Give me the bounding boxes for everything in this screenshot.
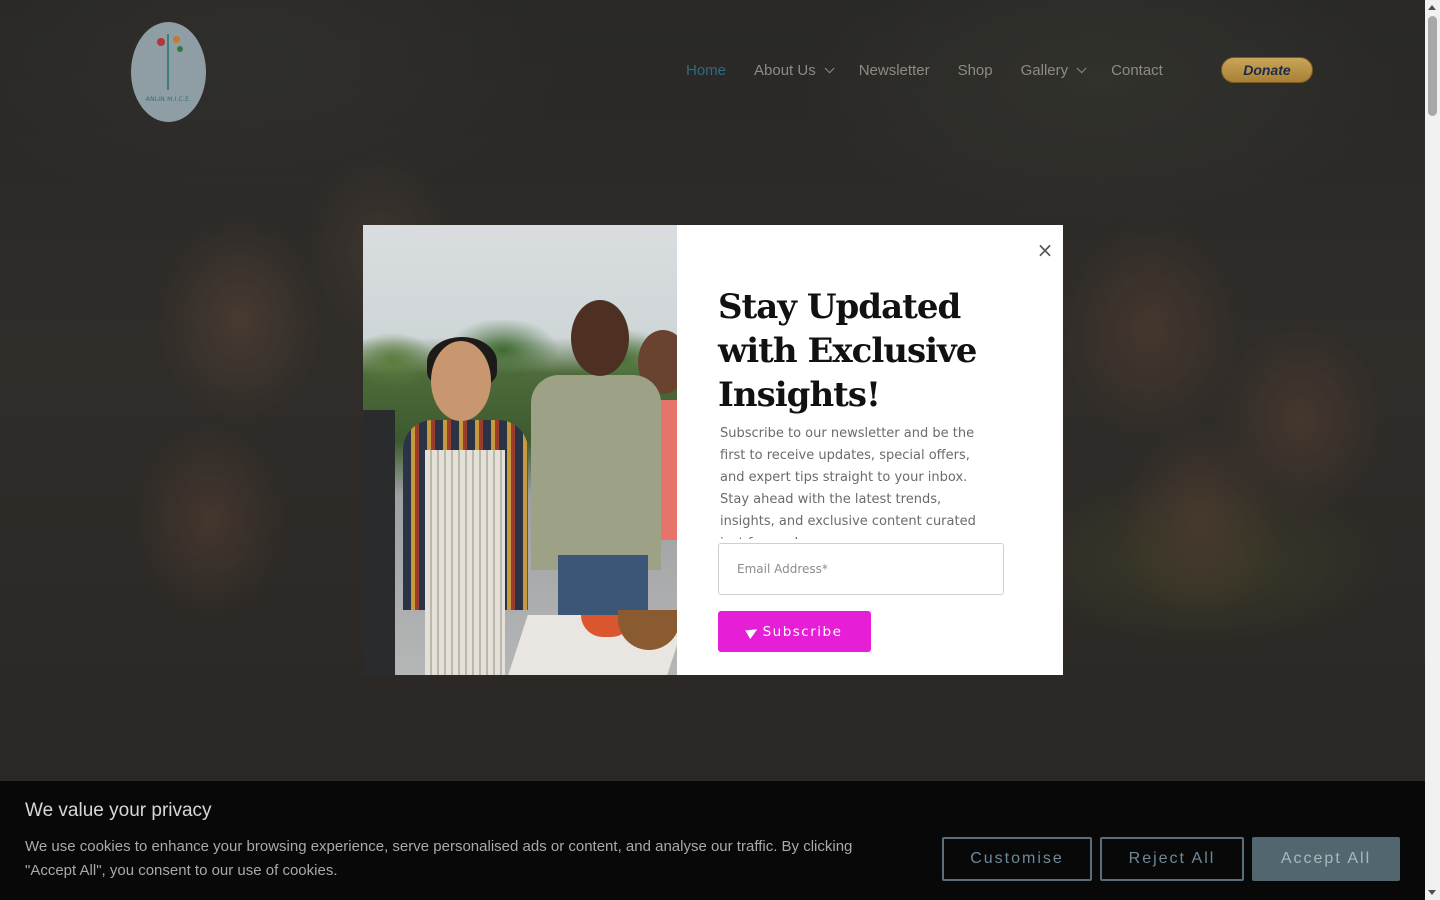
nav-item-home[interactable]: Home bbox=[686, 62, 726, 79]
page-scrollbar[interactable] bbox=[1425, 0, 1440, 900]
nav-item-newsletter[interactable]: Newsletter bbox=[859, 62, 930, 79]
nav-item-label: Shop bbox=[957, 61, 993, 79]
chevron-down-icon bbox=[1076, 62, 1087, 73]
close-icon[interactable]: × bbox=[1035, 239, 1055, 261]
cookie-title: We value your privacy bbox=[25, 800, 212, 821]
subscribe-button[interactable]: Subscribe bbox=[718, 611, 871, 652]
logo-mark bbox=[167, 34, 169, 90]
subscribe-label: Subscribe bbox=[762, 623, 843, 640]
modal-description: Subscribe to our newsletter and be the f… bbox=[720, 426, 976, 539]
scroll-down-icon[interactable] bbox=[1428, 890, 1436, 895]
modal-title: Stay Updated with Exclusive Insights! bbox=[718, 287, 977, 415]
nav-item-shop[interactable]: Shop bbox=[958, 62, 993, 79]
modal-photo bbox=[363, 225, 677, 675]
nav-item-label: About Us bbox=[754, 61, 816, 79]
photo-grill bbox=[363, 410, 395, 675]
reject-all-button[interactable]: Reject All bbox=[1100, 837, 1244, 881]
cookie-banner: We value your privacy We use cookies to … bbox=[0, 781, 1425, 900]
scroll-up-icon[interactable] bbox=[1428, 5, 1436, 10]
nav-item-about-us[interactable]: About Us bbox=[754, 61, 835, 79]
nav-item-label: Newsletter bbox=[858, 61, 930, 79]
nav-item-label: Gallery bbox=[1020, 61, 1069, 79]
nav-item-gallery[interactable]: Gallery bbox=[1020, 61, 1087, 79]
donate-button[interactable]: Donate bbox=[1221, 57, 1313, 83]
nav-item-contact[interactable]: Contact bbox=[1111, 62, 1163, 79]
customise-button[interactable]: Customise bbox=[942, 837, 1092, 881]
photo-person bbox=[571, 300, 629, 376]
nav-item-label: Contact bbox=[1111, 61, 1163, 79]
cookie-text: We use cookies to enhance your browsing … bbox=[25, 838, 853, 879]
logo-dot bbox=[173, 36, 180, 43]
accept-all-button[interactable]: Accept All bbox=[1252, 837, 1400, 881]
send-icon bbox=[744, 624, 760, 639]
photo-person bbox=[531, 375, 661, 570]
scrollbar-thumb[interactable] bbox=[1428, 16, 1437, 116]
photo-person bbox=[431, 341, 491, 421]
logo-dot bbox=[177, 46, 183, 52]
main-nav: Home About Us Newsletter Shop Gallery Co… bbox=[686, 58, 1191, 82]
site-logo[interactable]: ANLIN M.I.C.E. bbox=[131, 22, 206, 122]
modal-content: × Stay Updated with Exclusive Insights! … bbox=[677, 225, 1063, 675]
logo-text: ANLIN M.I.C.E. bbox=[145, 96, 192, 103]
email-field[interactable] bbox=[718, 543, 1004, 595]
newsletter-modal: × Stay Updated with Exclusive Insights! … bbox=[363, 225, 1063, 675]
chevron-down-icon bbox=[824, 62, 835, 73]
photo-person bbox=[425, 450, 505, 675]
logo-dot bbox=[157, 38, 165, 46]
nav-item-label: Home bbox=[686, 61, 727, 79]
